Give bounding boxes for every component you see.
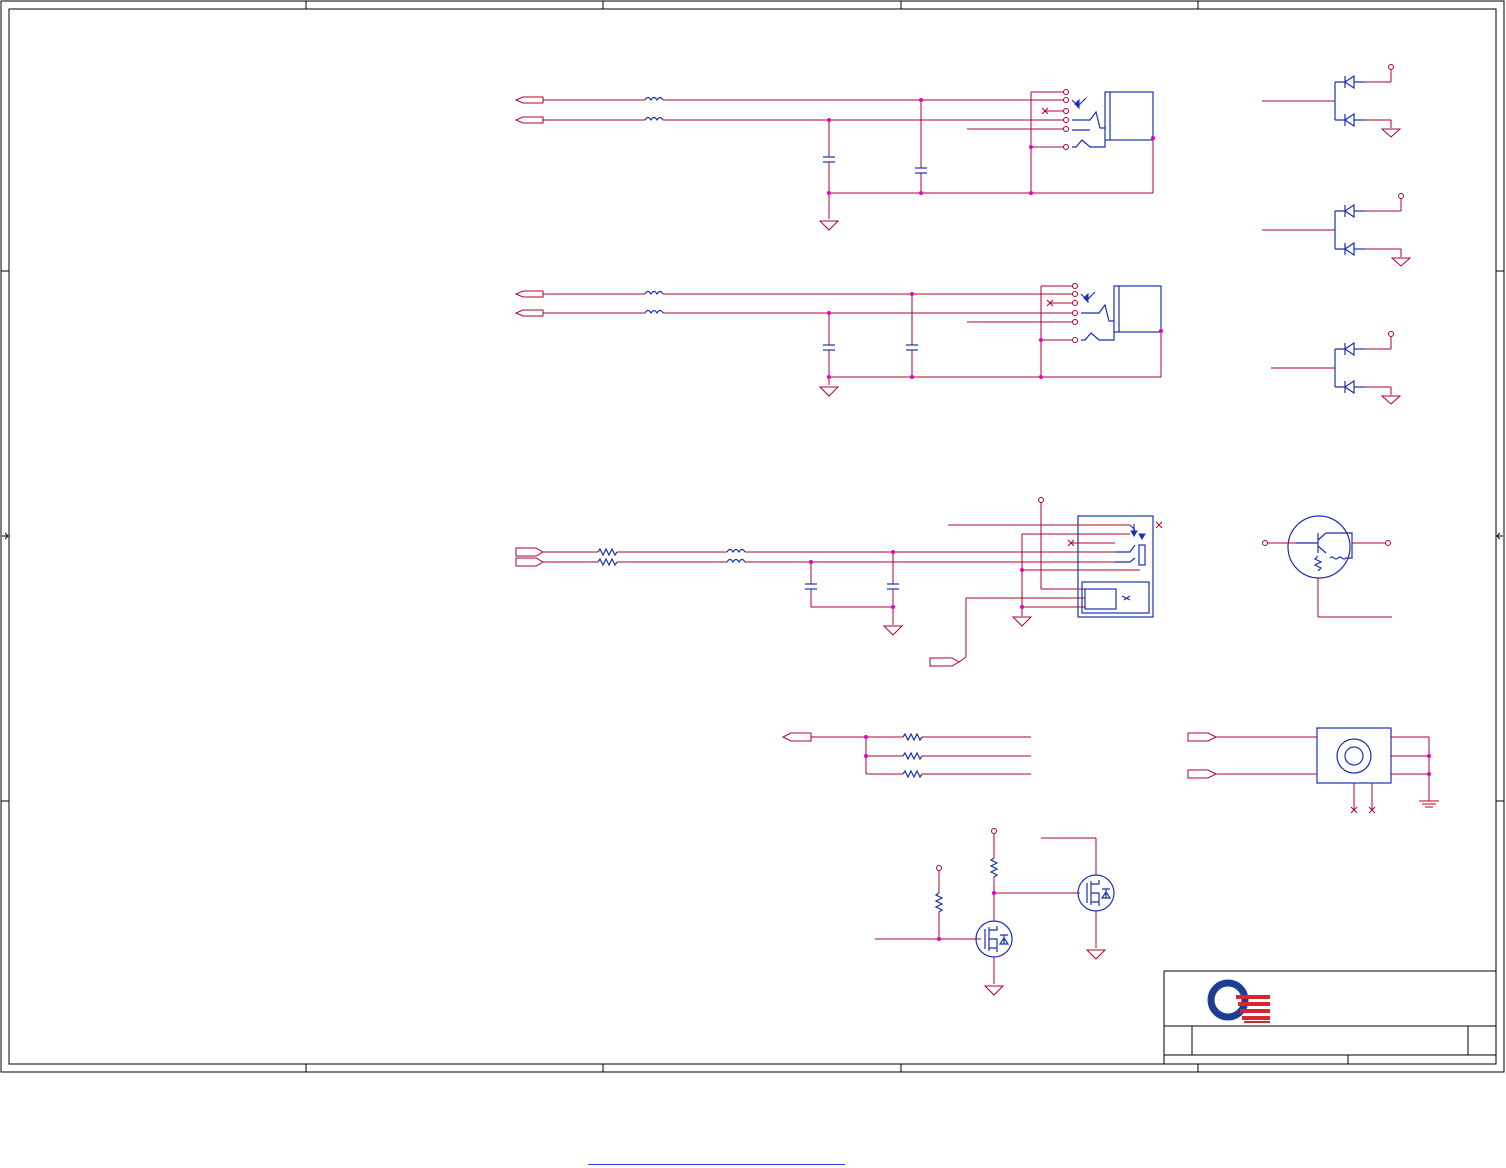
combo-jack-socket: [1077, 515, 1154, 618]
dc-jack-socket: [1316, 727, 1392, 784]
ground-symbol: [1380, 395, 1402, 405]
title-block: [1163, 970, 1497, 1065]
ground-symbol: [818, 220, 840, 231]
ground-symbol: [818, 386, 840, 397]
schematic-sheet: [0, 0, 1505, 1073]
frame-zone-ticks: [1, 1, 1504, 1072]
resistor: [989, 857, 999, 878]
esd-diode-array-2: [1262, 193, 1412, 267]
ferrite-bead-inductor: [644, 96, 664, 102]
port-connector: [929, 657, 961, 667]
optical-jack-circuit: [515, 497, 1163, 667]
bias-transistor: [1262, 515, 1392, 618]
capacitor: [823, 344, 835, 351]
ferrite-bead-inductor: [644, 290, 664, 296]
capacitor: [915, 167, 927, 174]
footer-link[interactable]: [588, 1164, 845, 1165]
ground-symbol: [983, 985, 1005, 996]
ground-symbol: [1085, 949, 1107, 960]
stereo-jack-socket: [1080, 285, 1162, 341]
ferrite-bead-inductor: [726, 548, 746, 554]
capacitor: [805, 583, 817, 590]
mosfet: [975, 920, 1013, 958]
resistor: [902, 769, 923, 779]
ferrite-bead-inductor: [726, 558, 746, 564]
ground-symbol: [1011, 616, 1033, 627]
ground-symbol: [1390, 257, 1412, 267]
mosfet: [1077, 874, 1115, 912]
port-connector: [781, 732, 812, 742]
chassis-ground-symbol: [1419, 800, 1439, 808]
resistor: [902, 732, 923, 742]
resistor: [902, 751, 923, 761]
resistor: [597, 547, 618, 557]
ground-symbol: [1380, 128, 1402, 138]
audio-jack-circuit-1: [514, 89, 1155, 231]
ferrite-bead-inductor: [644, 309, 664, 315]
sheet-frame: [0, 0, 1505, 1073]
power-jack-circuit: [1187, 727, 1439, 814]
esd-diode-array-1: [1262, 64, 1402, 138]
esd-diode-array-3: [1271, 331, 1402, 405]
capacitor: [823, 156, 835, 163]
resistor-bank: [781, 732, 1031, 779]
capacitor: [906, 344, 918, 351]
ferrite-bead-inductor: [644, 116, 664, 122]
audio-jack-circuit-2: [514, 283, 1163, 397]
capacitor: [887, 583, 899, 590]
port-connector: [1187, 732, 1218, 779]
port-connector: [515, 547, 545, 567]
resistor: [934, 892, 944, 913]
mosfet-switch-circuit: [875, 828, 1115, 996]
company-logo: [1207, 979, 1270, 1023]
port-connector: [514, 96, 544, 124]
ground-symbol: [882, 625, 904, 636]
port-connector: [514, 290, 544, 317]
stereo-jack-socket: [1071, 91, 1154, 148]
resistor: [597, 557, 618, 567]
